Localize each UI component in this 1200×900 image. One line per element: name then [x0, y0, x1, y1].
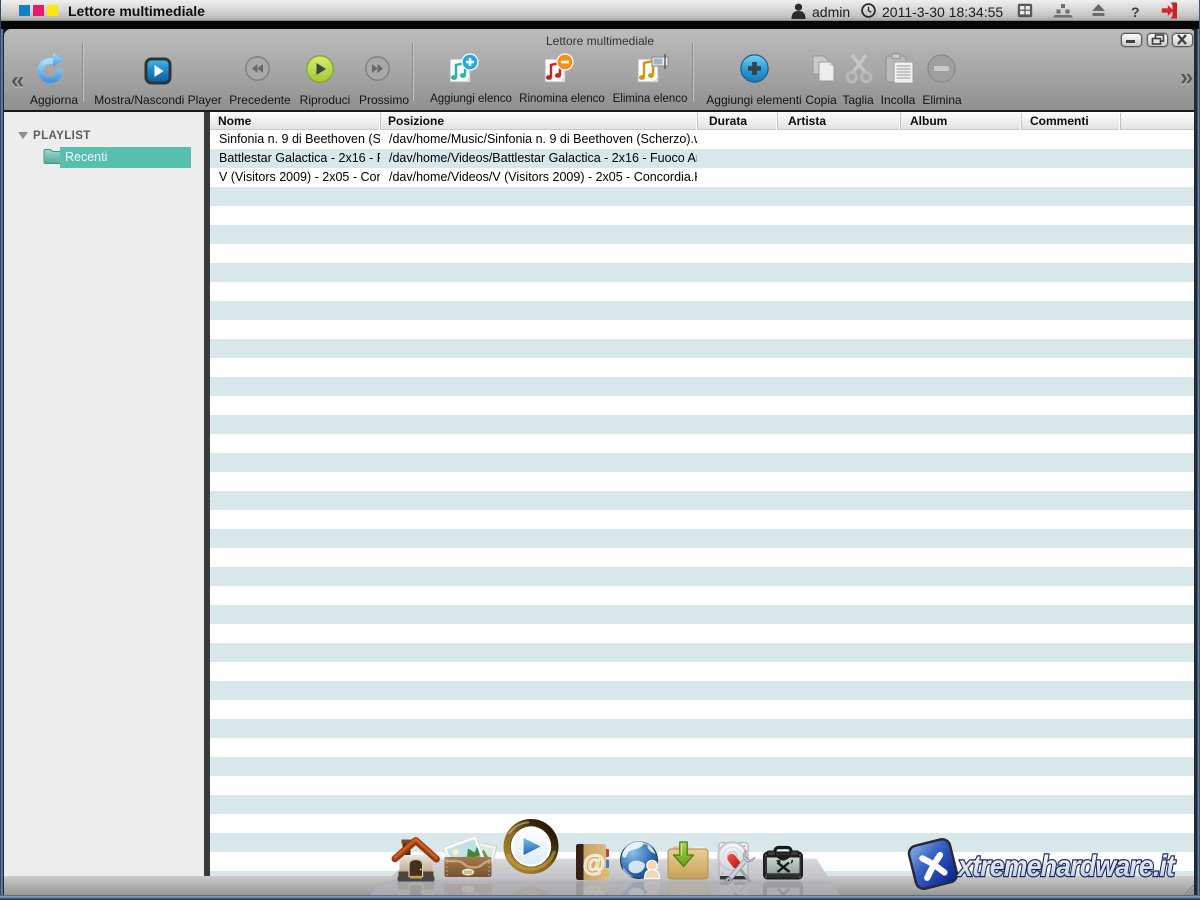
svg-text:@: @: [583, 851, 605, 877]
svg-text:xtremehardware.it: xtremehardware.it: [956, 850, 1176, 883]
